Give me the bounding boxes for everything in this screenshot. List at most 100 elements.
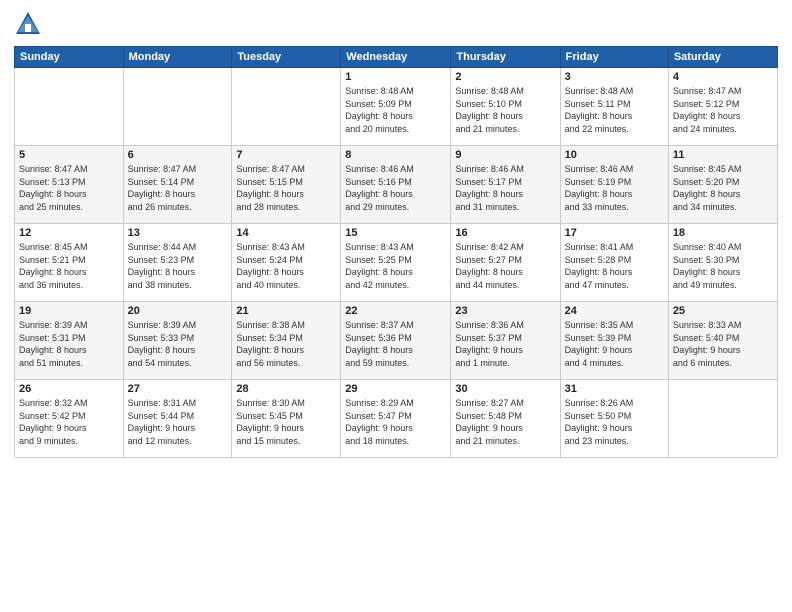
weekday-header-tuesday: Tuesday: [232, 47, 341, 68]
week-row-4: 26Sunrise: 8:32 AM Sunset: 5:42 PM Dayli…: [15, 380, 778, 458]
day-info: Sunrise: 8:43 AM Sunset: 5:25 PM Dayligh…: [345, 241, 446, 291]
day-info: Sunrise: 8:44 AM Sunset: 5:23 PM Dayligh…: [128, 241, 228, 291]
week-row-0: 1 Sunrise: 8:48 AM Sunset: 5:09 PM Daylig…: [15, 68, 778, 146]
day-info: Sunrise: 8:35 AM Sunset: 5:39 PM Dayligh…: [565, 319, 664, 369]
day-number: 6: [128, 149, 228, 161]
day-number: 29: [345, 383, 446, 395]
day-info: Sunrise: 8:36 AM Sunset: 5:37 PM Dayligh…: [455, 319, 555, 369]
calendar-cell: 26Sunrise: 8:32 AM Sunset: 5:42 PM Dayli…: [15, 380, 124, 458]
day-number: 30: [455, 383, 555, 395]
day-number: 9: [455, 149, 555, 161]
day-info: Sunrise: 8:46 AM Sunset: 5:16 PM Dayligh…: [345, 163, 446, 213]
calendar-cell: [232, 68, 341, 146]
day-number: 12: [19, 227, 119, 239]
day-info: Sunrise: 8:31 AM Sunset: 5:44 PM Dayligh…: [128, 397, 228, 447]
day-number: 11: [673, 149, 773, 161]
day-number: 27: [128, 383, 228, 395]
day-number: 1: [345, 71, 446, 83]
day-number: 7: [236, 149, 336, 161]
header: [14, 10, 778, 38]
weekday-header-saturday: Saturday: [668, 47, 777, 68]
day-number: 26: [19, 383, 119, 395]
day-number: 28: [236, 383, 336, 395]
day-number: 14: [236, 227, 336, 239]
day-info: Sunrise: 8:27 AM Sunset: 5:48 PM Dayligh…: [455, 397, 555, 447]
calendar-cell: 18 Sunrise: 8:40 AM Sunset: 5:30 PM Dayli…: [668, 224, 777, 302]
day-info: Sunrise: 8:41 AM Sunset: 5:28 PM Dayligh…: [565, 241, 664, 291]
day-info: Sunrise: 8:48 AM Sunset: 5:09 PM Dayligh…: [345, 85, 446, 135]
day-info: Sunrise: 8:37 AM Sunset: 5:36 PM Dayligh…: [345, 319, 446, 369]
weekday-header-wednesday: Wednesday: [341, 47, 451, 68]
calendar-cell: 24 Sunrise: 8:35 AM Sunset: 5:39 PM Dayli…: [560, 302, 668, 380]
calendar-cell: 21 Sunrise: 8:38 AM Sunset: 5:34 PM Dayli…: [232, 302, 341, 380]
day-number: 21: [236, 305, 336, 317]
logo-icon: [14, 10, 42, 38]
calendar-cell: 8 Sunrise: 8:46 AM Sunset: 5:16 PM Daylig…: [341, 146, 451, 224]
calendar-cell: 22 Sunrise: 8:37 AM Sunset: 5:36 PM Dayli…: [341, 302, 451, 380]
weekday-header-row: SundayMondayTuesdayWednesdayThursdayFrid…: [15, 47, 778, 68]
day-info: Sunrise: 8:46 AM Sunset: 5:19 PM Dayligh…: [565, 163, 664, 213]
calendar-cell: 28Sunrise: 8:30 AM Sunset: 5:45 PM Dayli…: [232, 380, 341, 458]
day-info: Sunrise: 8:39 AM Sunset: 5:33 PM Dayligh…: [128, 319, 228, 369]
calendar-cell: 16Sunrise: 8:42 AM Sunset: 5:27 PM Dayli…: [451, 224, 560, 302]
day-number: 31: [565, 383, 664, 395]
day-info: Sunrise: 8:26 AM Sunset: 5:50 PM Dayligh…: [565, 397, 664, 447]
day-number: 17: [565, 227, 664, 239]
calendar-cell: 2 Sunrise: 8:48 AM Sunset: 5:10 PM Daylig…: [451, 68, 560, 146]
day-number: 13: [128, 227, 228, 239]
week-row-2: 12 Sunrise: 8:45 AM Sunset: 5:21 PM Dayli…: [15, 224, 778, 302]
calendar-cell: 27 Sunrise: 8:31 AM Sunset: 5:44 PM Dayli…: [123, 380, 232, 458]
day-info: Sunrise: 8:47 AM Sunset: 5:12 PM Dayligh…: [673, 85, 773, 135]
day-number: 2: [455, 71, 555, 83]
calendar-cell: 19Sunrise: 8:39 AM Sunset: 5:31 PM Dayli…: [15, 302, 124, 380]
day-info: Sunrise: 8:45 AM Sunset: 5:20 PM Dayligh…: [673, 163, 773, 213]
day-info: Sunrise: 8:47 AM Sunset: 5:15 PM Dayligh…: [236, 163, 336, 213]
calendar-cell: 23 Sunrise: 8:36 AM Sunset: 5:37 PM Dayli…: [451, 302, 560, 380]
calendar-cell: 4 Sunrise: 8:47 AM Sunset: 5:12 PM Daylig…: [668, 68, 777, 146]
calendar-cell: 9 Sunrise: 8:46 AM Sunset: 5:17 PM Daylig…: [451, 146, 560, 224]
weekday-header-sunday: Sunday: [15, 47, 124, 68]
day-number: 20: [128, 305, 228, 317]
day-number: 16: [455, 227, 555, 239]
calendar-cell: [15, 68, 124, 146]
day-info: Sunrise: 8:47 AM Sunset: 5:13 PM Dayligh…: [19, 163, 119, 213]
day-number: 4: [673, 71, 773, 83]
day-info: Sunrise: 8:33 AM Sunset: 5:40 PM Dayligh…: [673, 319, 773, 369]
calendar-cell: 13 Sunrise: 8:44 AM Sunset: 5:23 PM Dayli…: [123, 224, 232, 302]
day-info: Sunrise: 8:43 AM Sunset: 5:24 PM Dayligh…: [236, 241, 336, 291]
page: SundayMondayTuesdayWednesdayThursdayFrid…: [0, 0, 792, 612]
day-number: 18: [673, 227, 773, 239]
day-info: Sunrise: 8:48 AM Sunset: 5:10 PM Dayligh…: [455, 85, 555, 135]
calendar-cell: 6 Sunrise: 8:47 AM Sunset: 5:14 PM Daylig…: [123, 146, 232, 224]
day-number: 10: [565, 149, 664, 161]
calendar-cell: 14 Sunrise: 8:43 AM Sunset: 5:24 PM Dayli…: [232, 224, 341, 302]
week-row-3: 19Sunrise: 8:39 AM Sunset: 5:31 PM Dayli…: [15, 302, 778, 380]
day-info: Sunrise: 8:38 AM Sunset: 5:34 PM Dayligh…: [236, 319, 336, 369]
calendar-cell: 20 Sunrise: 8:39 AM Sunset: 5:33 PM Dayli…: [123, 302, 232, 380]
day-number: 23: [455, 305, 555, 317]
day-number: 3: [565, 71, 664, 83]
day-info: Sunrise: 8:40 AM Sunset: 5:30 PM Dayligh…: [673, 241, 773, 291]
calendar-cell: 5 Sunrise: 8:47 AM Sunset: 5:13 PM Daylig…: [15, 146, 124, 224]
day-info: Sunrise: 8:39 AM Sunset: 5:31 PM Dayligh…: [19, 319, 119, 369]
day-info: Sunrise: 8:47 AM Sunset: 5:14 PM Dayligh…: [128, 163, 228, 213]
calendar-cell: 25 Sunrise: 8:33 AM Sunset: 5:40 PM Dayli…: [668, 302, 777, 380]
calendar-cell: 29 Sunrise: 8:29 AM Sunset: 5:47 PM Dayli…: [341, 380, 451, 458]
day-info: Sunrise: 8:46 AM Sunset: 5:17 PM Dayligh…: [455, 163, 555, 213]
weekday-header-friday: Friday: [560, 47, 668, 68]
weekday-header-monday: Monday: [123, 47, 232, 68]
week-row-1: 5 Sunrise: 8:47 AM Sunset: 5:13 PM Daylig…: [15, 146, 778, 224]
day-number: 5: [19, 149, 119, 161]
calendar-cell: [668, 380, 777, 458]
logo: [14, 10, 45, 38]
day-number: 8: [345, 149, 446, 161]
day-number: 22: [345, 305, 446, 317]
day-number: 25: [673, 305, 773, 317]
day-info: Sunrise: 8:45 AM Sunset: 5:21 PM Dayligh…: [19, 241, 119, 291]
day-number: 24: [565, 305, 664, 317]
calendar-cell: 12 Sunrise: 8:45 AM Sunset: 5:21 PM Dayli…: [15, 224, 124, 302]
calendar-cell: [123, 68, 232, 146]
day-info: Sunrise: 8:29 AM Sunset: 5:47 PM Dayligh…: [345, 397, 446, 447]
day-number: 15: [345, 227, 446, 239]
calendar-cell: 3Sunrise: 8:48 AM Sunset: 5:11 PM Daylig…: [560, 68, 668, 146]
